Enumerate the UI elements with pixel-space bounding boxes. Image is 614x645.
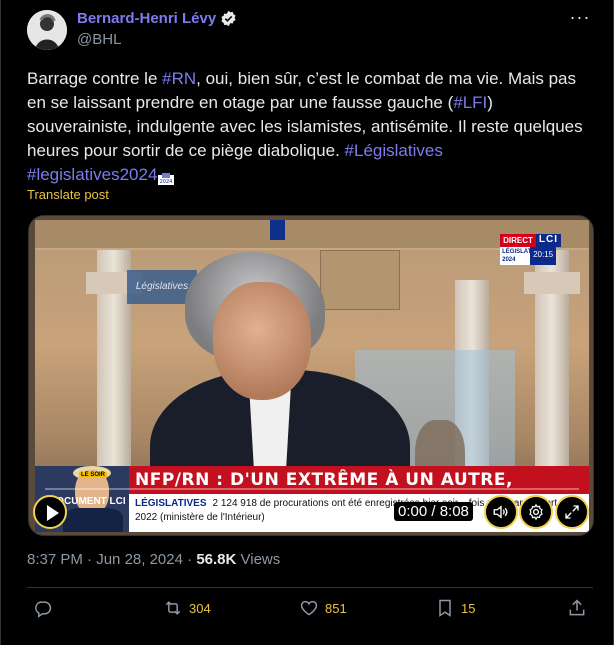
expand-icon: [565, 505, 579, 519]
bookmark-icon: [439, 599, 451, 617]
video-player[interactable]: Législatives DIRECT LCI LÉGISLATIVES 202…: [28, 215, 594, 536]
divider: [27, 587, 593, 588]
meta-separator: ·: [82, 551, 97, 568]
author-handle[interactable]: @BHL: [77, 31, 121, 48]
video-frieze: [320, 250, 400, 310]
reply-icon: [35, 601, 52, 618]
like-button[interactable]: 851: [299, 598, 347, 618]
author-row: Bernard-Henri Lévy: [77, 10, 237, 27]
more-options-icon[interactable]: ···: [569, 8, 591, 30]
post-text-part: Barrage contre le: [27, 69, 163, 88]
speaker-icon: [493, 505, 508, 519]
volume-button[interactable]: [484, 495, 518, 529]
translate-post-link[interactable]: Translate post: [27, 187, 109, 202]
share-button[interactable]: [567, 598, 587, 618]
meta-separator: ·: [182, 551, 197, 568]
repost-count: 304: [189, 600, 211, 616]
hashtag-legislatives[interactable]: #Législatives: [345, 141, 443, 160]
repost-icon: [165, 601, 181, 615]
ballot-emoji-icon: 2024: [157, 169, 175, 185]
post-time[interactable]: 8:37 PM: [27, 551, 83, 568]
author-name[interactable]: Bernard-Henri Lévy: [77, 10, 216, 27]
video-flag: [270, 220, 285, 240]
views-count[interactable]: 56.8K: [196, 551, 236, 568]
bookmark-button[interactable]: 15: [435, 598, 475, 618]
views-label: Views: [236, 551, 281, 568]
channel-direct-label: DIRECT: [500, 234, 536, 247]
hashtag-lfi[interactable]: #LFI: [453, 93, 487, 112]
video-timecode: 0:00 / 8:08: [394, 502, 473, 521]
repost-button[interactable]: 304: [163, 598, 211, 618]
speaker-face: [213, 282, 311, 400]
hashtag-rn[interactable]: #RN: [162, 69, 196, 88]
video-frame[interactable]: Législatives DIRECT LCI LÉGISLATIVES 202…: [35, 220, 589, 532]
action-bar: 304 851 15: [27, 598, 593, 624]
post-text: Barrage contre le #RN, oui, bien sûr, c’…: [27, 67, 593, 187]
channel-time: 20:15: [530, 247, 557, 265]
heart-icon: [300, 600, 318, 616]
inset-suit: [63, 508, 123, 532]
channel-legend: LÉGISLATIVES 2024: [500, 247, 546, 265]
avatar[interactable]: [27, 10, 67, 50]
bookmark-count: 15: [461, 600, 476, 616]
play-button[interactable]: [33, 495, 67, 529]
inset-label: LE SOIR: [79, 472, 108, 478]
reply-button[interactable]: [33, 598, 59, 618]
settings-button[interactable]: [519, 495, 553, 529]
gear-icon: [529, 503, 543, 521]
share-icon: [569, 599, 585, 616]
channel-logo: DIRECT LCI LÉGISLATIVES 2024 20:15: [500, 234, 561, 265]
channel-name: LCI: [535, 234, 561, 247]
fullscreen-button[interactable]: [555, 495, 589, 529]
verified-badge-icon: [220, 10, 237, 27]
like-count: 851: [325, 600, 347, 616]
post-date[interactable]: Jun 28, 2024: [96, 551, 183, 568]
post-meta: 8:37 PM · Jun 28, 2024 · 56.8K Views: [27, 551, 280, 568]
ticker-label: LÉGISLATIVES: [135, 498, 207, 509]
video-column-capital: [524, 272, 580, 294]
svg-text:2024: 2024: [160, 179, 173, 185]
post: Bernard-Henri Lévy @BHL ··· Barrage cont…: [0, 0, 614, 645]
hashtag-legislatives2024[interactable]: #legislatives2024: [27, 165, 157, 184]
video-progress-bar[interactable]: [45, 488, 579, 490]
